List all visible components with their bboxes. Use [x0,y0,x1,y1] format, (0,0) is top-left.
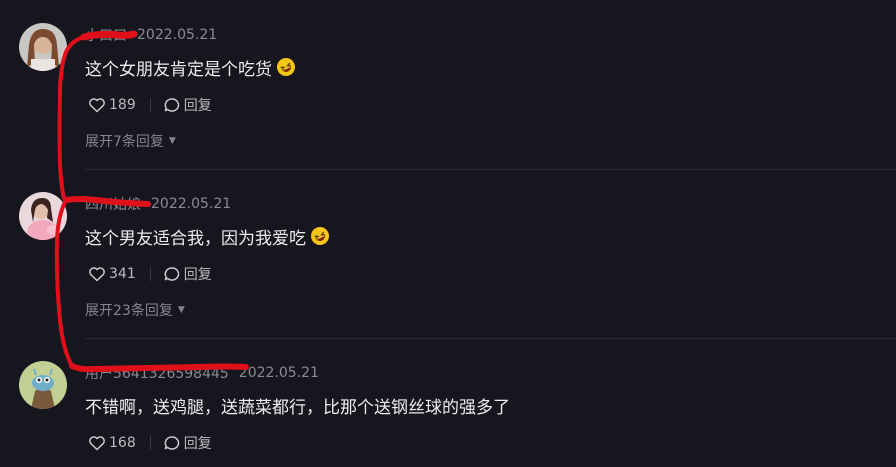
divider [149,436,151,450]
avatar[interactable] [19,23,67,71]
heart-icon [89,267,105,282]
like-button[interactable]: 341 [88,266,136,282]
heart-icon [89,98,105,113]
like-count: 341 [109,266,136,282]
laughing-emoji-icon [310,226,330,246]
comment-actions: 189 回复 [88,94,212,116]
reply-bubble-icon [164,98,179,112]
comment-text: 这个女朋友肯定是个吃货 [85,55,296,80]
divider [149,267,151,281]
expand-replies-button[interactable]: 展开7条回复 ▼ [85,131,176,151]
comment-meta: 四川姑娘 2022.05.21 [85,193,231,215]
comment-text: 不错啊，送鸡腿，送蔬菜都行，比那个送钢丝球的强多了 [85,397,510,418]
reply-button[interactable]: 回复 [163,95,212,115]
username[interactable]: 小口口 [85,25,127,45]
comment-meta: 小口口 2022.05.21 [85,24,217,46]
avatar[interactable] [19,361,67,409]
username[interactable]: 用户5641326598445 [85,363,229,383]
username[interactable]: 四川姑娘 [85,194,141,214]
reply-label: 回复 [183,436,212,452]
like-button[interactable]: 189 [88,97,136,113]
divider [85,338,896,339]
expand-replies-label: 展开23条回复 [85,303,173,319]
expand-replies-button[interactable]: 展开23条回复 ▼ [85,300,185,320]
comment-date: 2022.05.21 [137,27,218,43]
comment-meta: 用户5641326598445 2022.05.21 [85,362,319,384]
caret-down-icon: ▼ [177,305,185,315]
like-button[interactable]: 168 [88,435,136,451]
comment-actions: 168 回复 [88,432,212,454]
reply-bubble-icon [164,267,179,281]
avatar[interactable] [19,192,67,240]
divider [149,98,151,112]
reply-label: 回复 [183,267,212,283]
comment-date: 2022.05.21 [151,196,232,212]
reply-bubble-icon [164,436,179,450]
comment-list: 小口口 2022.05.21 这个女朋友肯定是个吃货 189 回复 展开7条回复… [0,0,896,467]
reply-label: 回复 [183,98,212,114]
expand-replies-label: 展开7条回复 [85,134,164,150]
comment-actions: 341 回复 [88,263,212,285]
heart-icon [89,436,105,451]
comment-date: 2022.05.21 [238,365,319,381]
reply-button[interactable]: 回复 [163,433,212,453]
laughing-emoji-icon [276,57,296,77]
caret-down-icon: ▼ [168,136,176,146]
comment-text: 这个男友适合我，因为我爱吃 [85,224,330,249]
like-count: 168 [109,435,136,451]
reply-button[interactable]: 回复 [163,264,212,284]
divider [85,169,896,170]
like-count: 189 [109,97,136,113]
